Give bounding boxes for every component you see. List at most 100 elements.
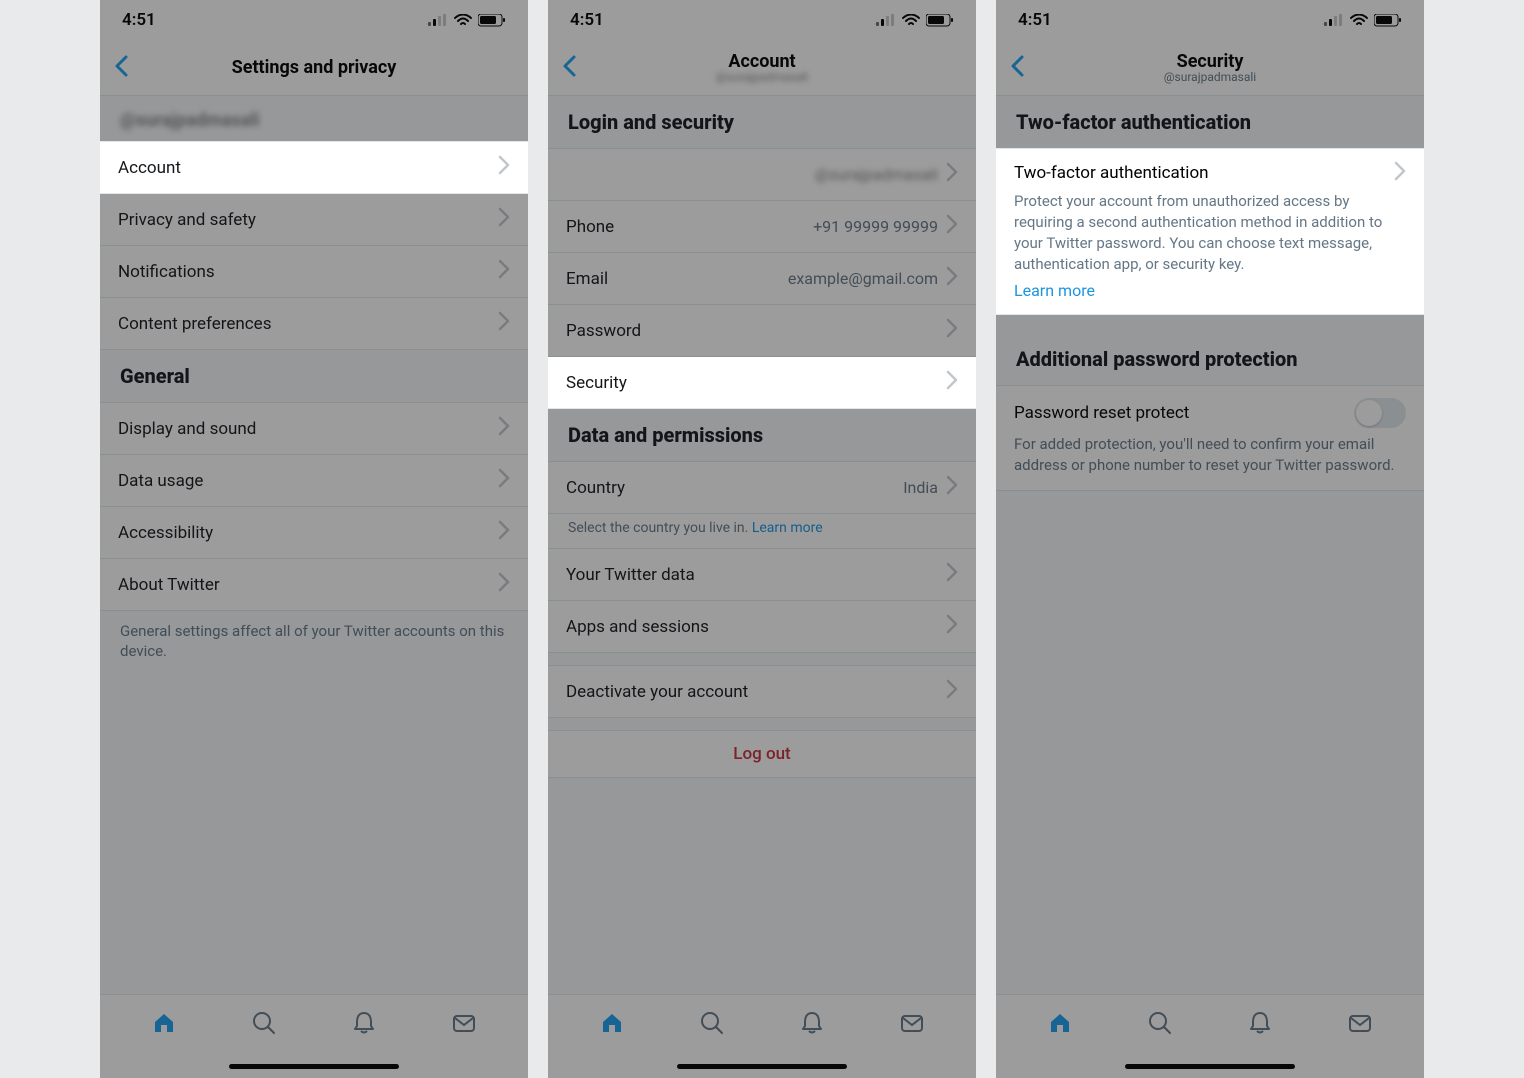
section-addl-protection-header: Additional password protection (996, 333, 1424, 385)
page-title: Security (1164, 52, 1256, 72)
username-value: @surajpadmasali (815, 165, 938, 184)
back-button[interactable] (560, 54, 580, 82)
row-accessibility[interactable]: Accessibility (100, 507, 528, 559)
nav-bell-icon[interactable] (351, 1010, 377, 1040)
tfa-description: Protect your account from unauthorized a… (1014, 191, 1406, 275)
status-time: 4:51 (122, 10, 156, 30)
country-learn-more-link[interactable]: Learn more (752, 520, 823, 536)
screenshot-account: 4:51 Account @surajpadmasali Login and s… (548, 0, 976, 1078)
row-deactivate[interactable]: Deactivate your account (548, 665, 976, 718)
nav-mail-icon[interactable] (451, 1010, 477, 1040)
home-indicator[interactable] (100, 1054, 528, 1078)
section-login-header: Login and security (548, 96, 976, 148)
chevron-right-icon (498, 520, 510, 545)
general-footer-note: General settings affect all of your Twit… (100, 611, 528, 678)
account-content: Login and security @surajpadmasali Phone… (548, 96, 976, 994)
email-value: example@gmail.com (788, 269, 938, 288)
status-time: 4:51 (1018, 10, 1052, 30)
row-two-factor-auth[interactable]: Two-factor authentication Protect your a… (996, 148, 1424, 315)
chevron-right-icon (946, 679, 958, 704)
nav-bell-icon[interactable] (1247, 1010, 1273, 1040)
chevron-right-icon (498, 468, 510, 493)
row-notifications[interactable]: Notifications (100, 246, 528, 298)
prp-toggle[interactable] (1354, 398, 1406, 428)
battery-icon (1374, 14, 1402, 27)
row-country[interactable]: Country India (548, 461, 976, 514)
chevron-right-icon (946, 370, 958, 395)
security-content: Two-factor authentication Two-factor aut… (996, 96, 1424, 994)
signal-icon (1324, 14, 1344, 26)
status-bar: 4:51 (996, 0, 1424, 40)
chevron-right-icon (946, 266, 958, 291)
bottom-nav (548, 994, 976, 1054)
screenshot-settings-privacy: 4:51 Settings and privacy @surajpadmasal… (100, 0, 528, 1078)
nav-search-icon[interactable] (699, 1010, 725, 1040)
row-username[interactable]: @surajpadmasali (548, 148, 976, 201)
status-time: 4:51 (570, 10, 604, 30)
home-indicator[interactable] (996, 1054, 1424, 1078)
section-data-header: Data and permissions (548, 409, 976, 461)
status-icons (1324, 14, 1402, 27)
chevron-right-icon (498, 259, 510, 284)
row-display-sound[interactable]: Display and sound (100, 402, 528, 455)
section-general-header: General (100, 350, 528, 402)
tfa-learn-more-link[interactable]: Learn more (1014, 281, 1095, 300)
nav-search-icon[interactable] (1147, 1010, 1173, 1040)
wifi-icon (1350, 14, 1368, 27)
battery-icon (478, 14, 506, 27)
chevron-right-icon (946, 162, 958, 187)
country-value: India (903, 478, 938, 497)
row-apps-sessions[interactable]: Apps and sessions (548, 601, 976, 653)
back-button[interactable] (112, 54, 132, 82)
chevron-right-icon (946, 562, 958, 587)
page-title: Account (716, 52, 808, 72)
page-title: Settings and privacy (232, 58, 397, 78)
chevron-right-icon (946, 475, 958, 500)
status-icons (428, 14, 506, 27)
chevron-right-icon (498, 207, 510, 232)
back-button[interactable] (1008, 54, 1028, 82)
row-password-reset-protect: Password reset protect For added protect… (996, 385, 1424, 491)
home-indicator[interactable] (548, 1054, 976, 1078)
screenshot-security: 4:51 Security @surajpadmasali Two-factor… (996, 0, 1424, 1078)
row-phone[interactable]: Phone +91 99999 99999 (548, 201, 976, 253)
nav-home-icon[interactable] (151, 1010, 177, 1040)
signal-icon (428, 14, 448, 26)
row-content-preferences[interactable]: Content preferences (100, 298, 528, 350)
prp-title: Password reset protect (1014, 403, 1189, 423)
country-note: Select the country you live in. Learn mo… (548, 514, 976, 549)
wifi-icon (454, 14, 472, 27)
signal-icon (876, 14, 896, 26)
page-subtitle: @surajpadmasali (716, 71, 808, 83)
tfa-title: Two-factor authentication (1014, 163, 1209, 183)
header: Account @surajpadmasali (548, 40, 976, 96)
nav-mail-icon[interactable] (1347, 1010, 1373, 1040)
row-security[interactable]: Security (548, 357, 976, 409)
header: Settings and privacy (100, 40, 528, 96)
row-password[interactable]: Password (548, 305, 976, 357)
nav-mail-icon[interactable] (899, 1010, 925, 1040)
chevron-right-icon (1394, 161, 1406, 185)
row-email[interactable]: Email example@gmail.com (548, 253, 976, 305)
chevron-right-icon (498, 572, 510, 597)
phone-value: +91 99999 99999 (813, 217, 938, 236)
section-tfa-header: Two-factor authentication (996, 96, 1424, 148)
status-bar: 4:51 (100, 0, 528, 40)
row-about-twitter[interactable]: About Twitter (100, 559, 528, 611)
nav-search-icon[interactable] (251, 1010, 277, 1040)
chevron-right-icon (498, 155, 510, 180)
row-account[interactable]: Account (100, 141, 528, 194)
header: Security @surajpadmasali (996, 40, 1424, 96)
row-your-twitter-data[interactable]: Your Twitter data (548, 549, 976, 601)
nav-home-icon[interactable] (599, 1010, 625, 1040)
nav-home-icon[interactable] (1047, 1010, 1073, 1040)
row-privacy-safety[interactable]: Privacy and safety (100, 194, 528, 246)
settings-content: @surajpadmasali Account Privacy and safe… (100, 96, 528, 994)
nav-bell-icon[interactable] (799, 1010, 825, 1040)
bottom-nav (996, 994, 1424, 1054)
row-data-usage[interactable]: Data usage (100, 455, 528, 507)
battery-icon (926, 14, 954, 27)
row-logout[interactable]: Log out (548, 730, 976, 778)
username-heading: @surajpadmasali (100, 96, 528, 141)
chevron-right-icon (498, 416, 510, 441)
